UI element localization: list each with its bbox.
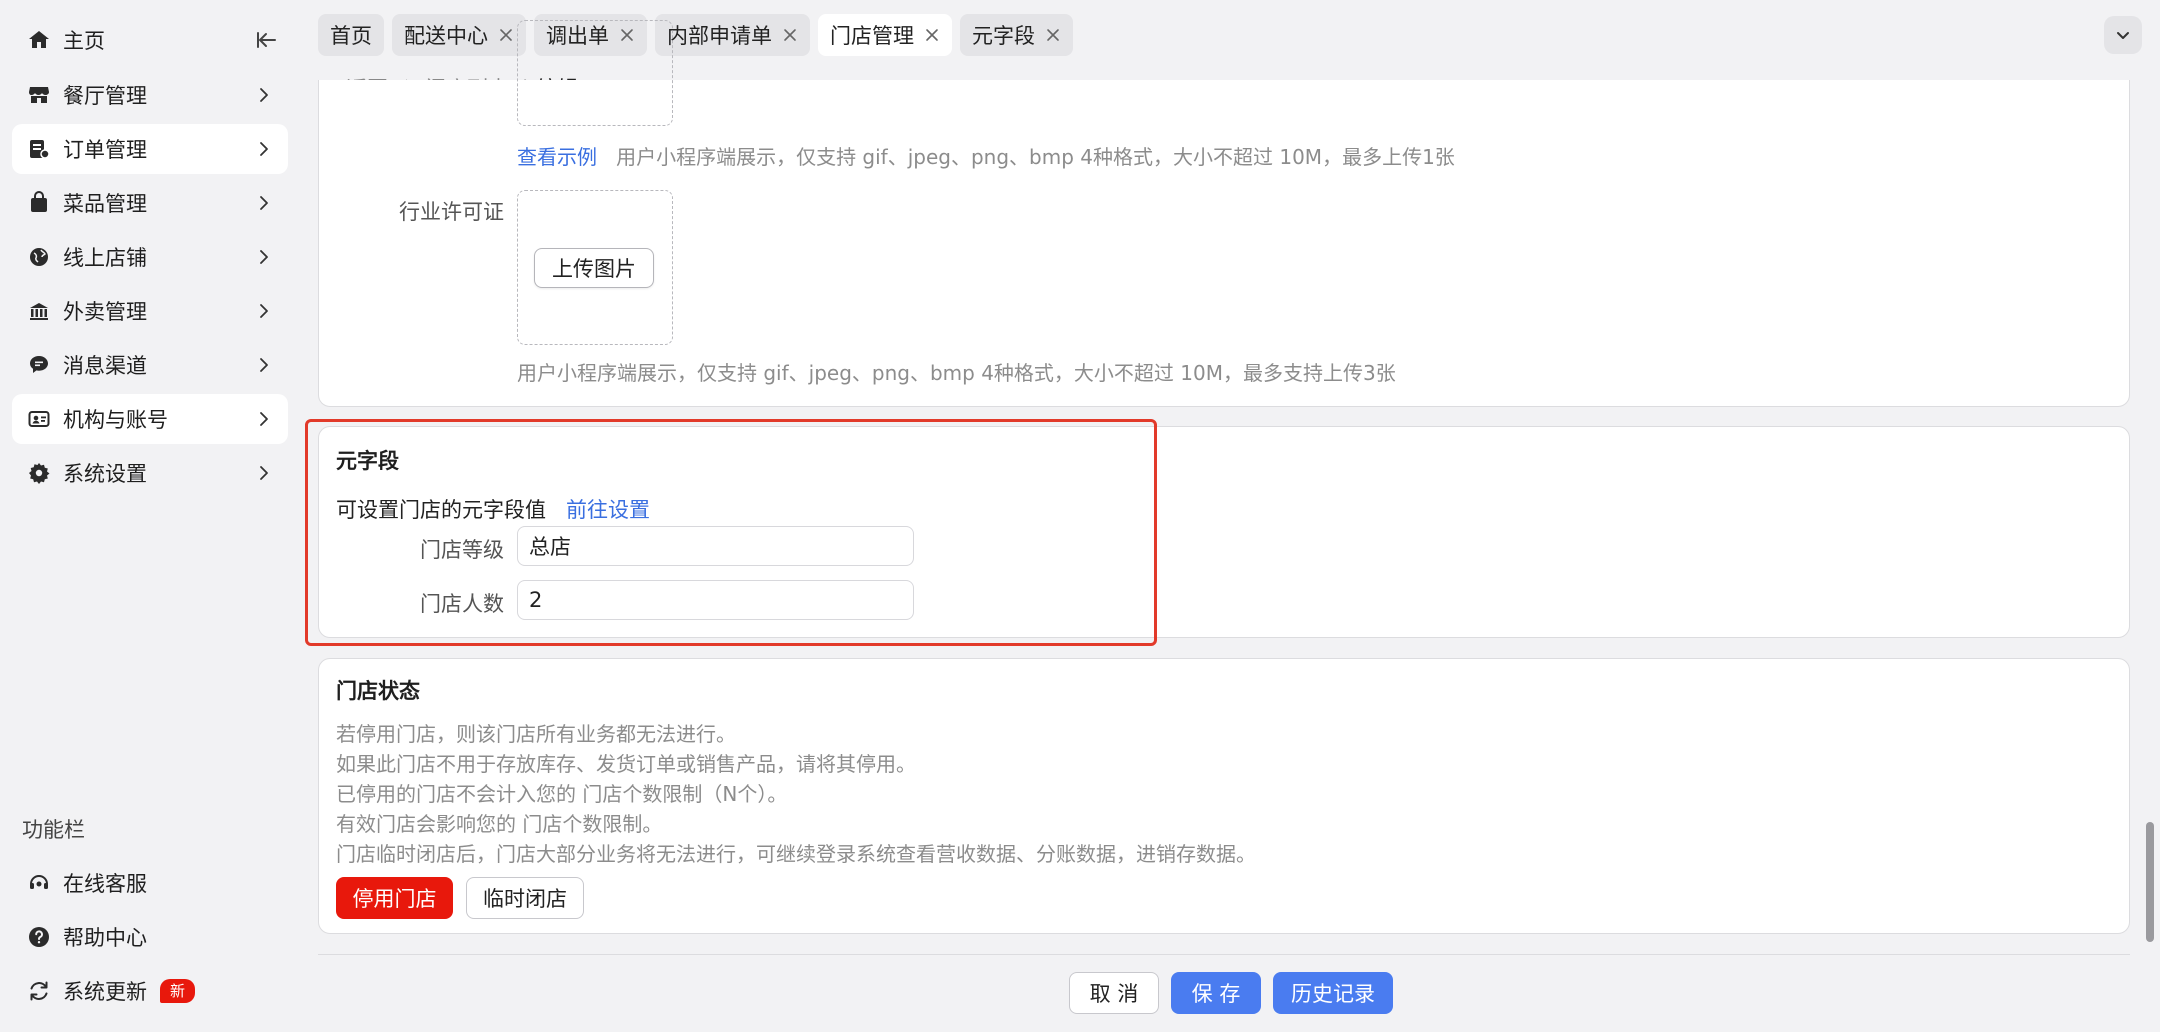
sidebar-item-customer-service[interactable]: 在线客服 — [12, 858, 288, 908]
meta-fields-title: 元字段 — [336, 449, 399, 473]
sidebar-item-dishes[interactable]: 菜品管理 — [12, 178, 288, 228]
sidebar: 主页 餐厅管理 订单管理 菜品管理 线上店铺 外卖管理 消息渠道 机构与账号 系… — [0, 0, 300, 1032]
close-icon[interactable] — [1045, 27, 1061, 43]
collapse-sidebar-icon[interactable] — [254, 27, 280, 53]
sidebar-item-restaurant[interactable]: 餐厅管理 — [12, 70, 288, 120]
save-button[interactable]: 保 存 — [1171, 972, 1261, 1014]
new-badge: 新 — [160, 979, 196, 1003]
status-line-4: 有效门店会影响您的 门店个数限制。 — [336, 812, 663, 836]
status-line-5: 门店临时闭店后，门店大部分业务将无法进行，可继续登录系统查看营收数据、分账数据，… — [336, 842, 1256, 866]
chevron-right-icon — [260, 358, 268, 372]
globe-icon — [26, 244, 52, 270]
tab-store-management[interactable]: 门店管理 — [818, 14, 952, 56]
disable-store-button[interactable]: 停用门店 — [336, 877, 453, 919]
view-example-link[interactable]: 查看示例 — [517, 145, 597, 169]
license-upload-box[interactable]: 上传图片 — [517, 190, 673, 345]
home-icon — [26, 27, 52, 53]
store-images-card: 查看示例 用户小程序端展示，仅支持 gif、jpeg、png、bmp 4种格式，… — [318, 20, 2130, 407]
sidebar-item-system-update[interactable]: 系统更新 新 — [12, 966, 288, 1016]
tabs-bar: 首页 配送中心 调出单 内部申请单 门店管理 元字段 — [318, 14, 1073, 56]
store-level-input[interactable] — [517, 526, 914, 566]
scrollbar-thumb[interactable] — [2146, 822, 2154, 942]
sidebar-item-label: 帮助中心 — [63, 926, 147, 950]
chevron-right-icon — [260, 142, 268, 156]
sidebar-item-label: 在线客服 — [63, 872, 147, 896]
close-icon[interactable] — [782, 27, 798, 43]
sidebar-item-label: 订单管理 — [63, 138, 147, 162]
function-bar-title: 功能栏 — [22, 818, 85, 842]
meta-fields-description-row: 可设置门店的元字段值 前往设置 — [336, 494, 650, 524]
logo-hint: 查看示例 用户小程序端展示，仅支持 gif、jpeg、png、bmp 4种格式，… — [517, 141, 1455, 170]
sidebar-item-label: 线上店铺 — [63, 246, 147, 270]
store-headcount-input[interactable] — [517, 580, 914, 620]
status-line-2: 如果此门店不用于存放库存、发货订单或销售产品，请将其停用。 — [336, 752, 916, 776]
close-icon[interactable] — [498, 27, 514, 43]
cancel-button[interactable]: 取 消 — [1069, 972, 1159, 1014]
sidebar-item-messages[interactable]: 消息渠道 — [12, 340, 288, 390]
headset-icon — [26, 870, 52, 896]
tab-label: 门店管理 — [830, 24, 914, 48]
sidebar-item-help-center[interactable]: 帮助中心 — [12, 912, 288, 962]
sidebar-item-settings[interactable]: 系统设置 — [12, 448, 288, 498]
order-icon — [26, 136, 52, 162]
tab-label: 元字段 — [972, 24, 1035, 48]
sidebar-item-label: 外卖管理 — [63, 300, 147, 324]
sidebar-item-label: 系统更新 — [63, 980, 147, 1004]
tab-label: 首页 — [330, 24, 372, 48]
gear-icon — [26, 460, 52, 486]
meta-fields-card: 元字段 可设置门店的元字段值 前往设置 门店等级 门店人数 — [318, 426, 2130, 638]
store-status-card: 门店状态 若停用门店，则该门店所有业务都无法进行。 如果此门店不用于存放库存、发… — [318, 658, 2130, 934]
upload-image-button[interactable]: 上传图片 — [534, 248, 654, 288]
sidebar-item-label: 系统设置 — [63, 462, 147, 486]
tabs-dropdown-button[interactable] — [2104, 16, 2142, 54]
sidebar-item-label: 餐厅管理 — [63, 84, 147, 108]
tab-meta-fields[interactable]: 元字段 — [960, 14, 1073, 56]
store-icon — [26, 82, 52, 108]
chevron-right-icon — [260, 304, 268, 318]
status-line-3: 已停用的门店不会计入您的 门店个数限制（N个）。 — [336, 782, 788, 806]
close-icon[interactable] — [924, 27, 940, 43]
message-icon — [26, 352, 52, 378]
dish-icon — [26, 190, 52, 216]
temp-close-button[interactable]: 临时闭店 — [466, 877, 584, 919]
store-headcount-label: 门店人数 — [420, 592, 504, 616]
history-button[interactable]: 历史记录 — [1273, 972, 1393, 1014]
logo-upload-box[interactable] — [517, 20, 673, 126]
logo-hint-text: 用户小程序端展示，仅支持 gif、jpeg、png、bmp 4种格式，大小不超过… — [616, 145, 1455, 169]
chevron-right-icon — [260, 466, 268, 480]
tab-home[interactable]: 首页 — [318, 14, 384, 56]
sidebar-item-delivery[interactable]: 外卖管理 — [12, 286, 288, 336]
sidebar-item-label: 主页 — [63, 29, 105, 53]
tab-internal-request[interactable]: 内部申请单 — [655, 14, 810, 56]
delivery-icon — [26, 298, 52, 324]
tab-label: 配送中心 — [404, 24, 488, 48]
sidebar-item-online-store[interactable]: 线上店铺 — [12, 232, 288, 282]
help-icon — [26, 924, 52, 950]
tab-distribution-center[interactable]: 配送中心 — [392, 14, 526, 56]
sidebar-item-organization[interactable]: 机构与账号 — [12, 394, 288, 444]
sidebar-item-home[interactable]: 主页 — [12, 15, 288, 65]
sidebar-item-label: 菜品管理 — [63, 192, 147, 216]
sidebar-item-orders[interactable]: 订单管理 — [12, 124, 288, 174]
sidebar-item-label: 机构与账号 — [63, 408, 168, 432]
status-line-1: 若停用门店，则该门店所有业务都无法进行。 — [336, 722, 736, 746]
store-status-title: 门店状态 — [336, 679, 420, 703]
license-hint: 用户小程序端展示，仅支持 gif、jpeg、png、bmp 4种格式，大小不超过… — [517, 361, 1396, 385]
meta-fields-description: 可设置门店的元字段值 — [336, 498, 546, 522]
license-label: 行业许可证 — [399, 200, 504, 224]
go-to-settings-link[interactable]: 前往设置 — [566, 498, 650, 522]
store-level-label: 门店等级 — [420, 538, 504, 562]
chevron-right-icon — [260, 412, 268, 426]
footer-action-bar: 取 消 保 存 历史记录 — [318, 954, 2130, 1032]
id-card-icon — [26, 406, 52, 432]
sidebar-item-label: 消息渠道 — [63, 354, 147, 378]
chevron-right-icon — [260, 88, 268, 102]
chevron-right-icon — [260, 196, 268, 210]
chevron-right-icon — [260, 250, 268, 264]
chevron-down-icon — [2117, 32, 2129, 39]
tab-label: 内部申请单 — [667, 24, 772, 48]
refresh-icon — [26, 978, 52, 1004]
